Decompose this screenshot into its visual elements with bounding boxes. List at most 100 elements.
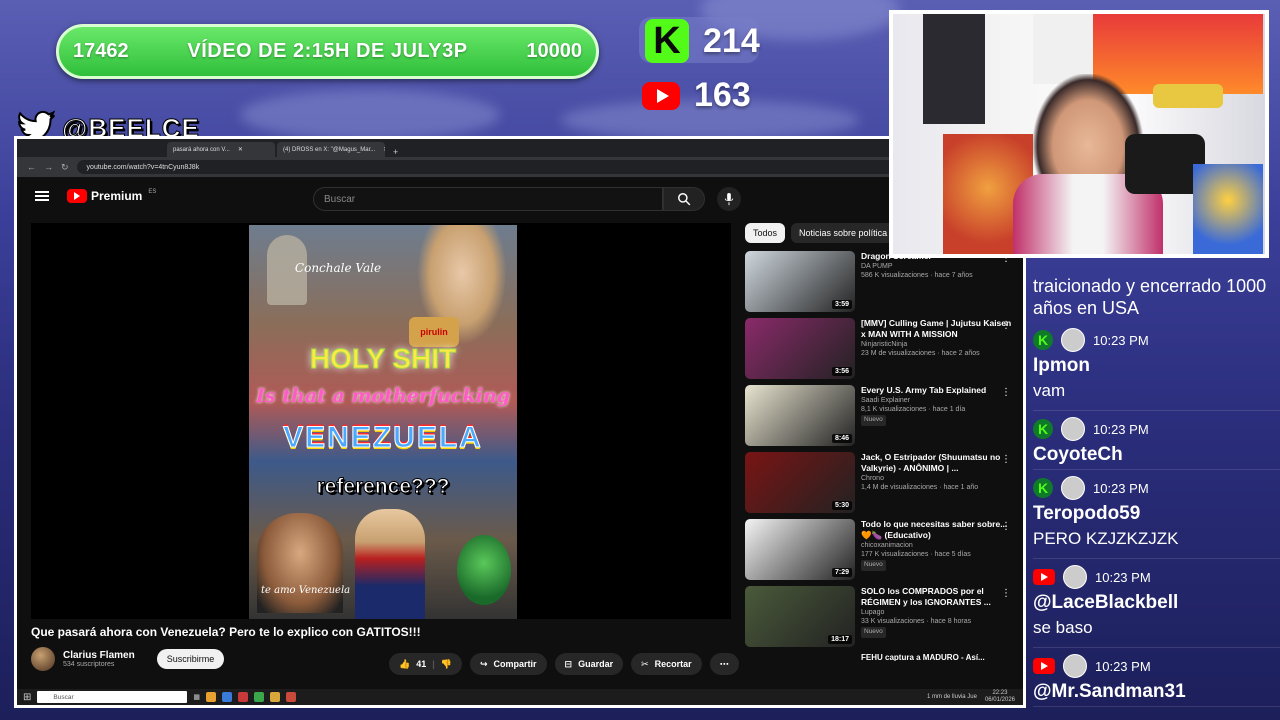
menu-icon[interactable] [35,191,49,201]
chat-message-header: 10:23 PM [1033,651,1280,681]
channel-name[interactable]: Clarius Flamen [63,650,135,661]
chat-timestamp: 10:23 PM [1095,569,1151,585]
chat-username: Ipmon [1033,355,1090,377]
browser-tab-youtube[interactable]: pasará ahora con V... ✕ [167,142,275,157]
recommendation-meta: 8,1 K visualizaciones · hace 1 día [861,406,966,414]
app-icon[interactable] [254,692,265,702]
youtube-logo[interactable]: Premium ES [67,189,156,203]
video-actions: 👍 41 | 👎 ↪ Compartir ⊟ Guardar ✂ Recortar ⋯ [389,653,739,675]
recommendation-title[interactable]: Todo lo que necesitas saber sobre... 🧡🍆 … [861,519,1015,541]
youtube-viewer-count: 163 [694,76,751,114]
scissors-icon: ✂ [641,658,649,669]
new-badge: Nuevo [861,627,886,638]
reload-icon[interactable]: ↻ [61,162,69,173]
recommendation-thumbnail[interactable]: 7:29 [745,519,855,580]
recommendation-channel[interactable]: DA PUMP [861,262,1015,271]
address-bar[interactable]: youtube.com/watch?v=4tnCyun8J8k [76,160,1013,174]
more-options-icon[interactable]: ⋮ [1001,454,1011,465]
browser-window: pasará ahora con V... ✕ (4) DROSS en X: "… [17,139,1023,705]
subscribe-button[interactable]: Suscribirme [156,649,225,669]
video-duration: 5:30 [831,501,852,510]
recommendation-channel[interactable]: chicoxanimacion [861,541,1015,550]
close-icon[interactable]: ✕ [238,146,243,153]
chat-message: K 10:23 PM Teropodo59 PERO KZJZKZJZK [1026,473,1280,560]
back-icon[interactable]: ← [27,162,36,172]
windows-start-icon[interactable]: ⊞ [23,692,31,703]
chip-politics[interactable]: Noticias sobre política [791,223,896,243]
youtube-play-icon [67,189,87,203]
recommendation-title[interactable]: Jack, O Estripador (Shuumatsu no Valkyri… [861,452,1015,474]
recommendation-channel[interactable]: Saadi Explainer [861,396,1015,405]
taskbar-search-label: Buscar [53,693,74,701]
youtube-icon [642,81,680,110]
recommendation-thumbnail[interactable]: 18:17 [745,586,855,647]
channel-row: Clarius Flamen 534 suscriptores Suscribi… [31,647,225,671]
clock[interactable]: 22:23 06/01/2026 [985,690,1015,703]
close-icon[interactable]: ✕ [383,146,385,153]
more-options-icon[interactable]: ⋮ [1001,387,1011,398]
clip-button[interactable]: ✂ Recortar [631,653,702,675]
channel-avatar[interactable] [31,647,55,671]
recommendation-channel[interactable]: Lupago [861,608,1015,617]
bookmark-icon: ⊟ [564,658,573,669]
search-button[interactable] [663,187,705,211]
recommendation-channel[interactable]: Chrono [861,474,1015,483]
taskbar-search[interactable]: Buscar [37,691,188,703]
more-options-icon[interactable]: ⋮ [1001,320,1011,331]
recommendation-item[interactable]: 3:59 Dragon Screamer DA PUMP 586 K visua… [745,251,1015,314]
share-button[interactable]: ↪ Compartir [469,653,547,675]
recommendation-thumbnail[interactable]: 8:46 [745,385,855,446]
microphone-icon[interactable] [717,187,741,211]
like-button[interactable]: 👍 41 | 👎 [389,653,462,675]
forward-icon[interactable]: → [44,162,53,172]
url-text: youtube.com/watch?v=4tnCyun8J8k [86,163,200,171]
more-actions-icon[interactable]: ⋯ [709,653,739,675]
recommendation-thumbnail[interactable]: 3:56 [745,318,855,379]
chat-avatar [1061,476,1085,501]
search-input[interactable]: Buscar [313,187,663,211]
chat-username: Teropodo59 [1033,503,1141,525]
video-player[interactable]: Conchale Vale pirulin HOLY SHIT Is that … [31,223,731,619]
app-icon[interactable] [238,692,249,702]
recommendation-title[interactable]: [MMV] Culling Game | Jujutsu Kaisen x MA… [861,318,1015,340]
chat-message-header: 10:23 PM [1033,562,1280,592]
chrome-icon[interactable] [206,692,217,702]
app-icon[interactable] [286,692,297,702]
recommendation-channel[interactable]: NinjaristicNinja [861,340,1015,349]
browser-tab-x[interactable]: (4) DROSS en X: "@Magus_Mar... ✕ [277,142,385,157]
new-badge: Nuevo [861,415,886,426]
recommendation-thumbnail[interactable]: 5:30 [745,452,855,513]
recommendation-thumbnail[interactable]: 3:59 [745,251,855,312]
chat-timestamp: 10:23 PM [1093,421,1149,437]
recommendation-info: Every U.S. Army Tab Explained Saadi Expl… [861,385,1015,448]
recommendation-info: Jack, O Estripador (Shuumatsu no Valkyri… [861,452,1015,515]
recommendation-item[interactable]: 8:46 Every U.S. Army Tab Explained Saadi… [745,385,1015,448]
clip-label: Recortar [654,659,692,669]
more-options-icon[interactable]: ⋮ [1001,521,1011,532]
video-title: Que pasará ahora con Venezuela? Pero te … [31,625,421,639]
chat-username: @LaceBlackbell [1033,592,1179,614]
recommendation-item[interactable]: 7:29 Todo lo que necesitas saber sobre..… [745,519,1015,582]
recommendation-item[interactable]: 5:30 Jack, O Estripador (Shuumatsu no Va… [745,452,1015,515]
recommendation-item[interactable]: 18:17 SOLO los COMPRADOS por el RÉGIMEN … [745,586,1015,649]
system-tray: 1 mm de lluvia Jue 22:23 06/01/2026 [927,690,1023,703]
chip-all[interactable]: Todos [745,223,786,243]
save-button[interactable]: ⊟ Guardar [554,653,624,675]
recommendation-title[interactable]: SOLO los COMPRADOS por el RÉGIMEN y los … [861,586,1015,608]
goal-bar: 17462 VÍDEO DE 2:15H DE JULY3P 10000 [56,24,599,79]
app-icon[interactable] [270,692,281,702]
video-frame: Conchale Vale pirulin HOLY SHIT Is that … [249,225,517,619]
youtube-counter: 163 [642,76,751,115]
task-view-icon[interactable]: ▦ [193,693,200,701]
thumbs-down-icon[interactable]: 👎 [441,659,452,670]
edge-icon[interactable] [222,692,233,702]
recommendation-item[interactable]: 3:56 [MMV] Culling Game | Jujutsu Kaisen… [745,318,1015,381]
kick-viewer-count: 214 [703,21,760,60]
share-icon: ↪ [479,658,488,669]
youtube-badge-icon [1033,658,1055,675]
browser-tab-bar: pasará ahora con V... ✕ (4) DROSS en X: "… [17,139,1023,157]
new-tab-icon[interactable]: + [387,147,404,157]
recommendation-title[interactable]: Every U.S. Army Tab Explained [861,385,1015,396]
thumb-text-motherfucking: Is that a motherfucking [256,385,510,407]
more-options-icon[interactable]: ⋮ [1001,588,1011,599]
